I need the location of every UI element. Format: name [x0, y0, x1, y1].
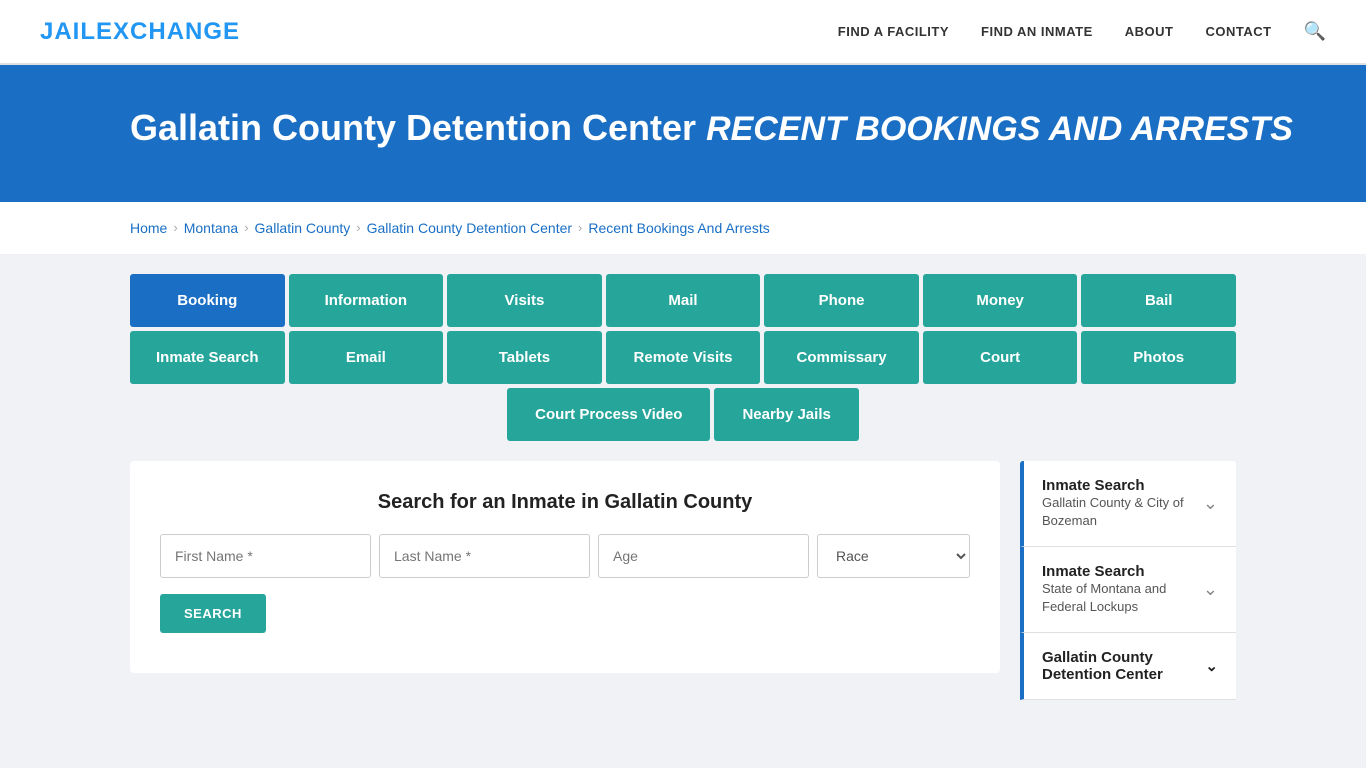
breadcrumb-gallatin-county[interactable]: Gallatin County [255, 220, 351, 236]
two-column-layout: Search for an Inmate in Gallatin County … [130, 461, 1236, 700]
sidebar-item-detention-center[interactable]: Gallatin County Detention Center ⌄ [1020, 633, 1236, 700]
hero-section: Gallatin County Detention Center RECENT … [0, 65, 1366, 202]
chevron-down-icon-2: ⌄ [1203, 579, 1218, 600]
page-title: Gallatin County Detention Center RECENT … [130, 105, 1326, 152]
tab-row-1: Booking Information Visits Mail Phone Mo… [130, 274, 1236, 327]
sidebar-item-gallatin[interactable]: Inmate Search Gallatin County & City of … [1020, 461, 1236, 547]
chevron-down-icon-3: ⌄ [1205, 657, 1218, 675]
nav-contact[interactable]: CONTACT [1205, 24, 1271, 39]
logo-exchange: EXCHANGE [96, 18, 240, 45]
tab-tablets[interactable]: Tablets [447, 331, 602, 384]
tab-bail[interactable]: Bail [1081, 274, 1236, 327]
breadcrumb-detention-center[interactable]: Gallatin County Detention Center [367, 220, 572, 236]
header: JAILEXCHANGE FIND A FACILITY FIND AN INM… [0, 0, 1366, 65]
nav-find-inmate[interactable]: FIND AN INMATE [981, 24, 1093, 39]
search-icon-button[interactable]: 🔍 [1304, 21, 1326, 42]
logo-jail: JAIL [40, 18, 96, 45]
tab-money[interactable]: Money [923, 274, 1078, 327]
nav-find-facility[interactable]: FIND A FACILITY [838, 24, 949, 39]
tab-booking[interactable]: Booking [130, 274, 285, 327]
tab-information[interactable]: Information [289, 274, 444, 327]
sidebar: Inmate Search Gallatin County & City of … [1020, 461, 1236, 700]
tab-court[interactable]: Court [923, 331, 1078, 384]
search-title: Search for an Inmate in Gallatin County [160, 491, 970, 514]
nav-about[interactable]: ABOUT [1125, 24, 1174, 39]
breadcrumb: Home › Montana › Gallatin County › Galla… [0, 202, 1366, 254]
search-panel: Search for an Inmate in Gallatin County … [130, 461, 1000, 673]
first-name-input[interactable] [160, 534, 371, 578]
tab-row-3: Court Process Video Nearby Jails [130, 388, 1236, 441]
chevron-down-icon: ⌄ [1203, 493, 1218, 514]
breadcrumb-current: Recent Bookings And Arrests [588, 220, 769, 236]
last-name-input[interactable] [379, 534, 590, 578]
tab-email[interactable]: Email [289, 331, 444, 384]
search-button[interactable]: SEARCH [160, 594, 266, 633]
sidebar-item-montana[interactable]: Inmate Search State of Montana and Feder… [1020, 547, 1236, 633]
tab-commissary[interactable]: Commissary [764, 331, 919, 384]
tab-visits[interactable]: Visits [447, 274, 602, 327]
tab-remote-visits[interactable]: Remote Visits [606, 331, 761, 384]
main-nav: FIND A FACILITY FIND AN INMATE ABOUT CON… [838, 21, 1326, 42]
main-content: Booking Information Visits Mail Phone Mo… [0, 254, 1366, 740]
tab-row-2: Inmate Search Email Tablets Remote Visit… [130, 331, 1236, 384]
breadcrumb-montana[interactable]: Montana [184, 220, 238, 236]
tab-phone[interactable]: Phone [764, 274, 919, 327]
tab-nearby-jails[interactable]: Nearby Jails [714, 388, 858, 441]
tab-court-process-video[interactable]: Court Process Video [507, 388, 710, 441]
search-inputs: Race White Black Hispanic Asian Native A… [160, 534, 970, 578]
tab-photos[interactable]: Photos [1081, 331, 1236, 384]
race-select[interactable]: Race White Black Hispanic Asian Native A… [817, 534, 970, 578]
breadcrumb-home[interactable]: Home [130, 220, 167, 236]
tab-inmate-search[interactable]: Inmate Search [130, 331, 285, 384]
age-input[interactable] [598, 534, 809, 578]
logo[interactable]: JAILEXCHANGE [40, 18, 240, 46]
tab-mail[interactable]: Mail [606, 274, 761, 327]
